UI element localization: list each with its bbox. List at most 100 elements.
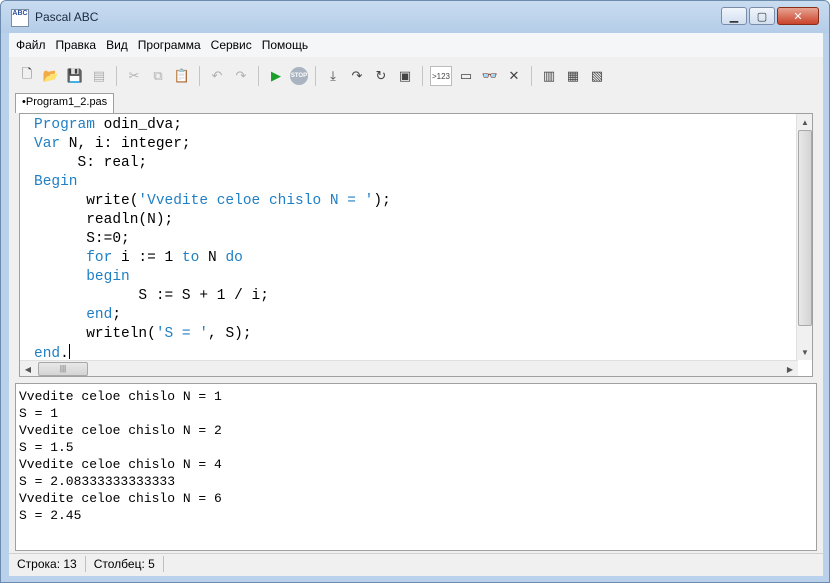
code-line: N, i: integer; [60,136,191,152]
text-cursor [68,344,70,359]
code-line: i := 1 [112,250,182,266]
pascal-abc-icon: ABC [11,9,29,27]
code-keyword: Begin [34,174,78,190]
maximize-button[interactable]: ▢ [749,7,775,25]
menu-service[interactable]: Сервис [206,38,257,52]
undo-icon[interactable]: ↶ [207,66,227,86]
step-out-icon[interactable]: ↻ [371,66,391,86]
editor-horizontal-scrollbar[interactable]: ◀ ||| ▶ [20,360,798,376]
code-line: ; [112,307,122,323]
scroll-down-icon[interactable]: ▼ [797,344,813,360]
title-bar[interactable]: ABC Pascal ABC ▁ ▢ ✕ [1,1,829,33]
output-line: Vvedite celoe chislo N = 4 [19,457,222,472]
code-keyword: end [86,307,113,323]
code-keyword: Var [34,136,61,152]
app-window: ABC Pascal ABC ▁ ▢ ✕ Файл Правка Вид Про… [0,0,830,583]
code-line: , S); [208,326,252,342]
code-line: S:=0; [34,231,130,247]
tab-program1-2[interactable]: •Program1_2.pas [15,93,115,113]
toolbar-separator [116,66,117,86]
window-title: Pascal ABC [35,10,99,24]
code-line: N [199,250,226,266]
menu-help[interactable]: Помощь [257,38,313,52]
stop-icon[interactable]: STOP [290,67,308,85]
menu-program[interactable]: Программа [133,38,206,52]
status-bar: Строка: 13 Столбец: 5 [9,553,823,573]
editor-tabs: •Program1_2.pas [15,93,115,113]
run-icon[interactable]: ▶ [266,66,286,86]
step-over-icon[interactable]: ↷ [347,66,367,86]
close-button[interactable]: ✕ [777,7,819,25]
code-line: S: real; [34,155,148,171]
module-icon[interactable]: ▥ [539,66,559,86]
menu-file[interactable]: Файл [11,38,51,52]
window-icon[interactable]: ▭ [456,66,476,86]
code-keyword: begin [86,269,130,285]
editor-vertical-scrollbar[interactable]: ▲ ▼ [796,114,812,360]
open-folder-icon[interactable]: 📂 [41,66,61,86]
maximize-icon: ▢ [756,10,768,23]
output-line: S = 2.45 [19,508,82,523]
code-line: S := S + 1 / i; [34,288,269,304]
code-keyword: for [86,250,113,266]
code-text[interactable]: Program odin_dva; Var N, i: integer; S: … [34,116,391,364]
output-line: S = 2.08333333333333 [19,474,176,489]
scroll-up-icon[interactable]: ▲ [797,114,813,130]
scroll-right-icon[interactable]: ▶ [782,361,798,377]
watch-icon[interactable]: ▣ [395,66,415,86]
close-icon: ✕ [793,10,803,23]
clear-x-icon[interactable]: ✕ [504,66,524,86]
code-string: 'S = ' [155,326,209,342]
scroll-left-icon[interactable]: ◀ [20,361,36,377]
code-line: write( [34,193,139,209]
code-keyword: to [181,250,200,266]
output-line: Vvedite celoe chislo N = 2 [19,423,222,438]
toolbar-separator [258,66,259,86]
toolbar-separator [422,66,423,86]
library-icon[interactable]: ▦ [563,66,583,86]
code-line: writeln( [34,326,156,342]
toolbar-separator [531,66,532,86]
window-controls: ▁ ▢ ✕ [721,7,819,25]
code-line: readln(N); [34,212,174,228]
output-line: S = 1 [19,406,59,421]
code-line: ); [373,193,391,209]
output-format-icon[interactable]: >123 [430,66,452,86]
save-all-icon[interactable]: ▤ [89,66,109,86]
toolbar-separator [199,66,200,86]
step-into-icon[interactable]: ⤓ [323,66,343,86]
minimize-button[interactable]: ▁ [721,7,747,25]
output-text: Vvedite celoe chislo N = 1 S = 1 Vvedite… [19,388,222,524]
reference-icon[interactable]: ▧ [587,66,607,86]
vertical-scroll-thumb[interactable] [798,130,812,326]
code-keyword: do [225,250,243,266]
code-line: odin_dva; [94,117,182,133]
copy-icon[interactable]: ⧉ [148,66,168,86]
output-panel[interactable]: Vvedite celoe chislo N = 1 S = 1 Vvedite… [15,383,817,551]
redo-icon[interactable]: ↷ [231,66,251,86]
menu-bar: Файл Правка Вид Программа Сервис Помощь [9,33,823,57]
code-editor[interactable]: Program odin_dva; Var N, i: integer; S: … [19,113,813,377]
status-row: Строка: 13 [9,555,86,572]
output-line: Vvedite celoe chislo N = 1 [19,389,222,404]
code-keyword: Program [34,117,95,133]
status-column: Столбец: 5 [86,555,164,572]
glasses-icon[interactable]: 👓 [480,66,500,86]
cut-icon[interactable]: ✂ [124,66,144,86]
client-area: Файл Правка Вид Программа Сервис Помощь … [9,33,823,576]
code-string: 'Vvedite celoe chislo N = ' [138,193,374,209]
output-line: Vvedite celoe chislo N = 6 [19,491,222,506]
menu-edit[interactable]: Правка [51,38,102,52]
menu-view[interactable]: Вид [101,38,133,52]
minimize-icon: ▁ [729,10,739,23]
horizontal-scroll-thumb[interactable]: ||| [38,362,88,376]
paste-icon[interactable]: 📋 [172,66,192,86]
new-file-icon[interactable]: 🗋 [17,66,37,86]
toolbar-separator [315,66,316,86]
save-icon[interactable]: 💾 [65,66,85,86]
toolbar: 🗋 📂 💾 ▤ ✂ ⧉ 📋 ↶ ↷ ▶ STOP ⤓ ↷ ↻ ▣ >123 ▭ … [9,61,823,91]
output-line: S = 1.5 [19,440,74,455]
